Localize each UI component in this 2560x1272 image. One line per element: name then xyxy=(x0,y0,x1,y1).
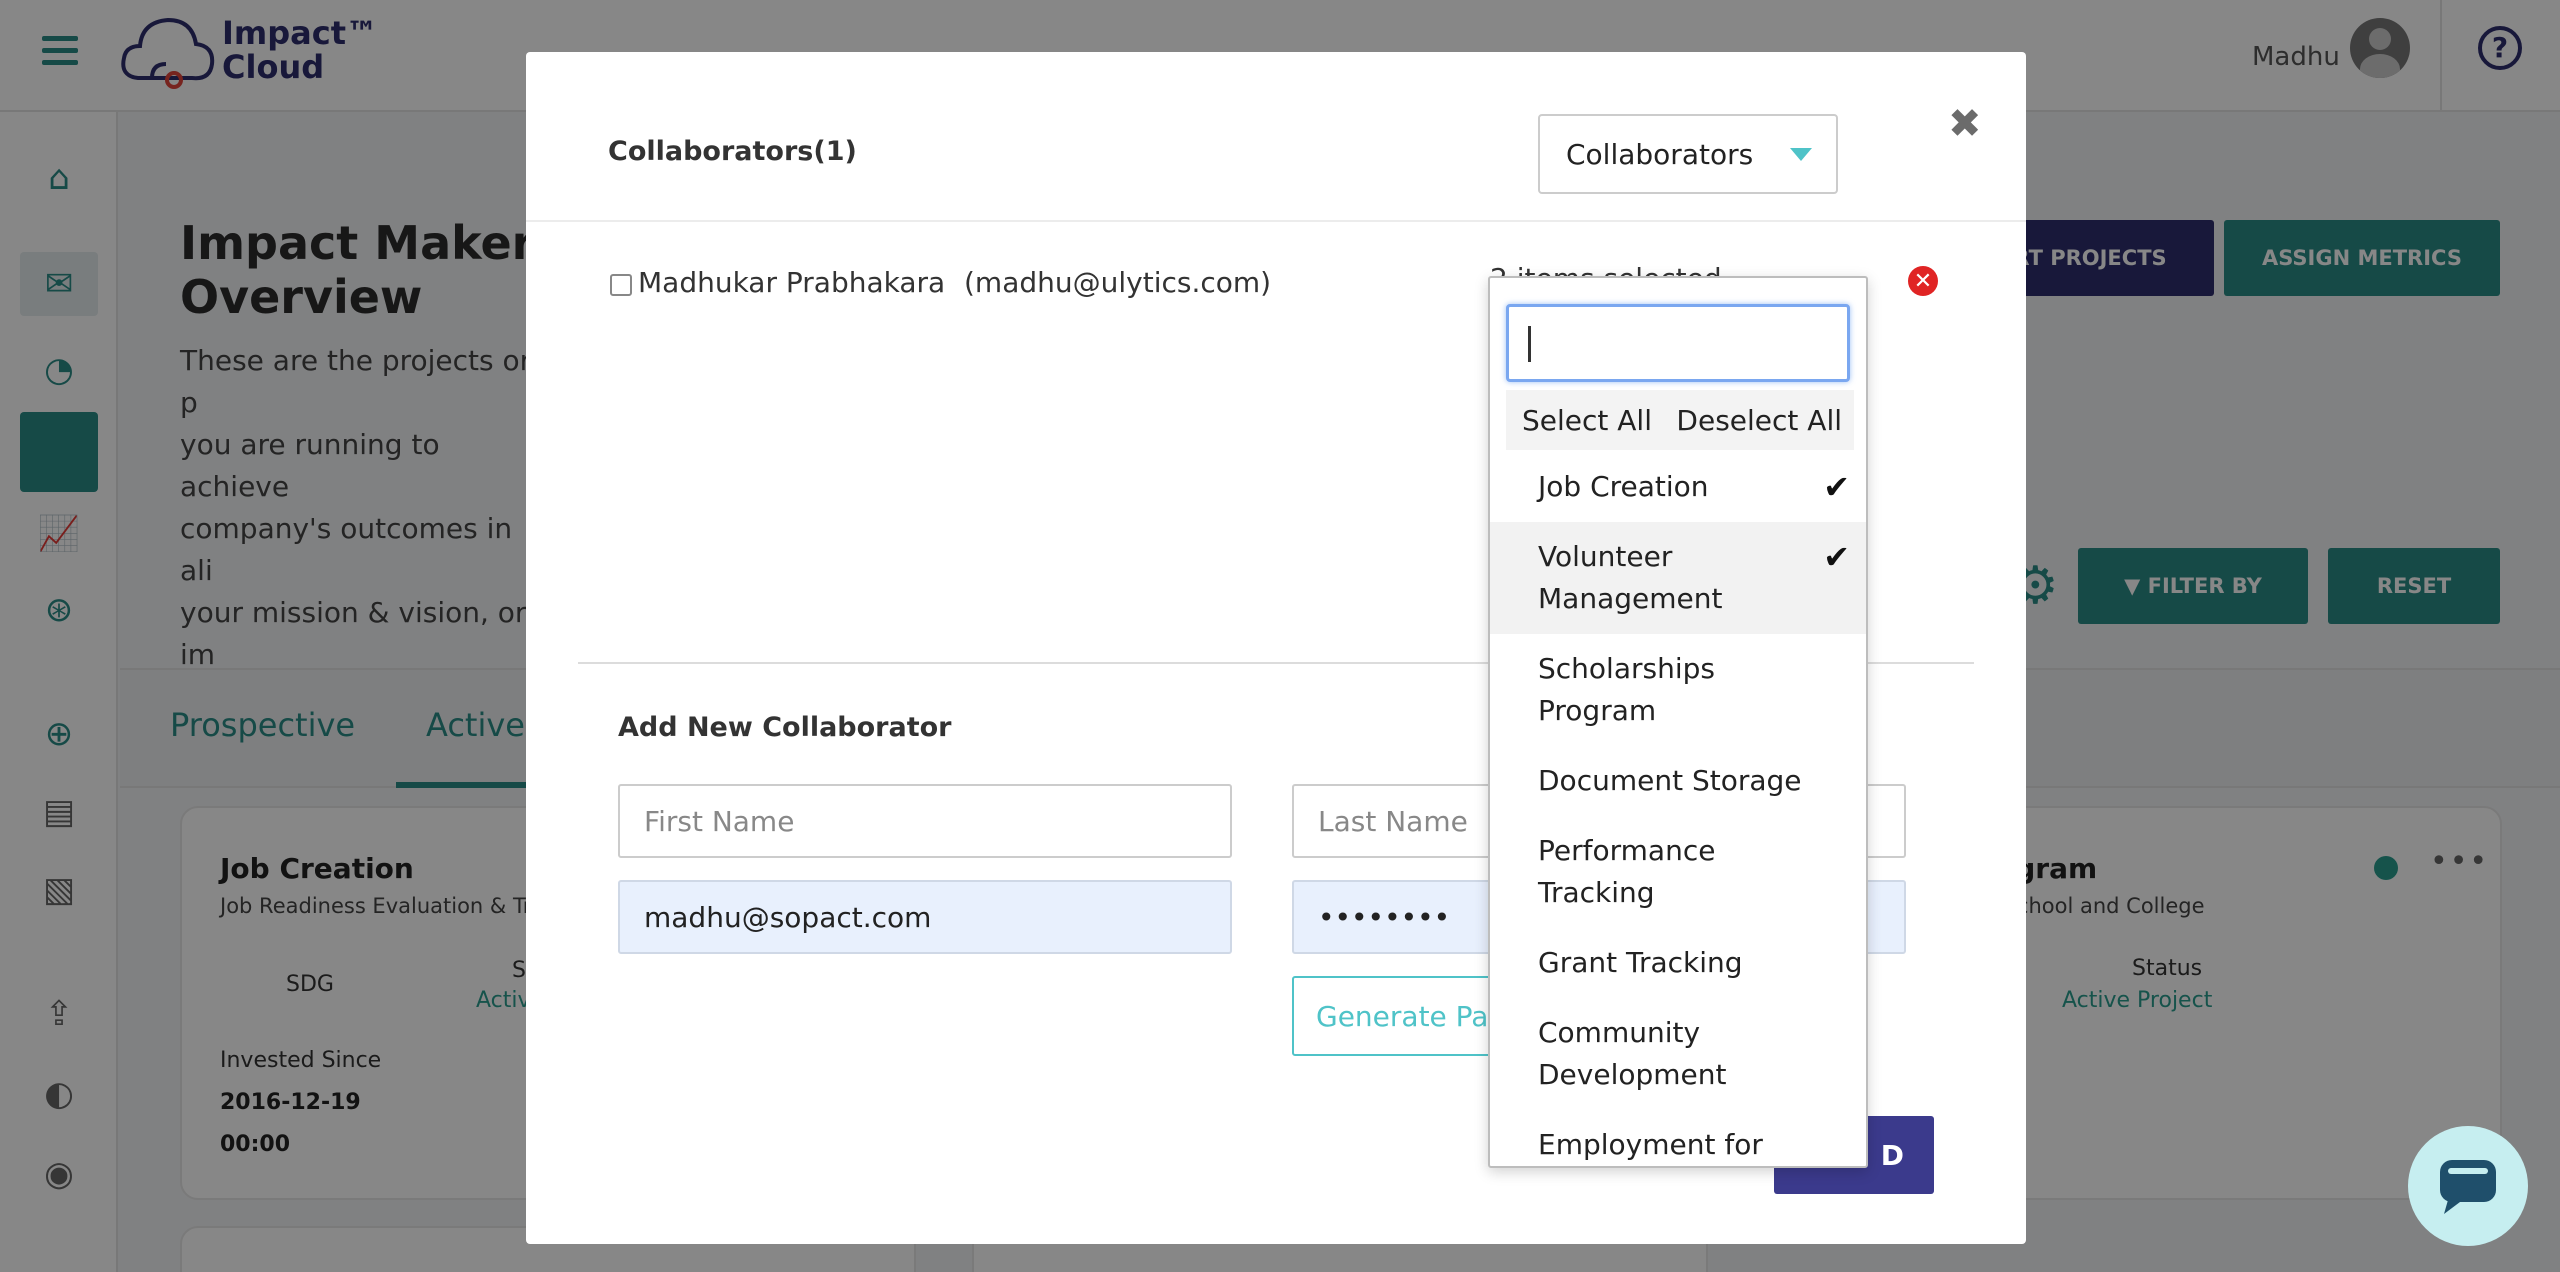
dropdown-option[interactable]: Document Storage xyxy=(1490,746,1866,816)
divider xyxy=(526,220,2026,222)
chat-icon xyxy=(2440,1160,2496,1214)
dropdown-option-label: Scholarships Program xyxy=(1538,652,1715,727)
email-field[interactable] xyxy=(618,880,1232,954)
dropdown-option-label: Job Creation xyxy=(1538,470,1709,503)
collaborator-email: (madhu@ulytics.com) xyxy=(964,266,1272,299)
text-cursor xyxy=(1528,326,1531,362)
chevron-down-icon xyxy=(1790,148,1812,161)
select-all-button[interactable]: Select All xyxy=(1522,404,1652,437)
deselect-all-button[interactable]: Deselect All xyxy=(1676,404,1842,437)
dropdown-option-label: Document Storage xyxy=(1538,764,1802,797)
first-name-input[interactable] xyxy=(618,784,1232,858)
add-collaborator-title: Add New Collaborator xyxy=(618,712,952,743)
dropdown-option-label: Employment for PWD xyxy=(1538,1128,1763,1161)
modal-title: Collaborators(1) xyxy=(608,136,857,167)
checkmark-icon: ✔ xyxy=(1823,468,1850,506)
dropdown-option[interactable]: Employment for PWD xyxy=(1490,1110,1866,1166)
programs-dropdown: Select All Deselect All Job Creation ✔ Vol… xyxy=(1488,276,1868,1168)
dropdown-option[interactable]: Scholarships Program xyxy=(1490,634,1866,746)
dropdown-options: Job Creation ✔ Volunteer Management ✔ Schola… xyxy=(1490,452,1866,1166)
dropdown-option-label: Performance Tracking xyxy=(1538,834,1716,909)
chat-button[interactable] xyxy=(2408,1126,2528,1246)
role-select-value: Collaborators xyxy=(1566,137,1754,171)
collaborator-name: Madhukar Prabhakara xyxy=(638,266,946,299)
dropdown-option-label: Volunteer Management xyxy=(1538,540,1723,615)
dropdown-option-label: Grant Tracking xyxy=(1538,946,1743,979)
checkmark-icon: ✔ xyxy=(1823,538,1850,576)
dropdown-option[interactable]: Performance Tracking xyxy=(1490,816,1866,928)
dropdown-actions: Select All Deselect All xyxy=(1506,390,1854,450)
dropdown-option[interactable]: Volunteer Management ✔ xyxy=(1490,522,1866,634)
close-icon[interactable]: ✖ xyxy=(1948,104,1982,144)
dropdown-option-label: Community Development xyxy=(1538,1016,1727,1091)
dropdown-option[interactable]: Community Development xyxy=(1490,998,1866,1110)
collaborator-checkbox[interactable] xyxy=(610,274,632,296)
dropdown-search-input[interactable] xyxy=(1506,304,1850,382)
role-select[interactable]: Collaborators xyxy=(1538,114,1838,194)
remove-collaborator-icon[interactable]: ✕ xyxy=(1908,266,1938,296)
dropdown-option[interactable]: Job Creation ✔ xyxy=(1490,452,1866,522)
dropdown-option[interactable]: Grant Tracking xyxy=(1490,928,1866,998)
